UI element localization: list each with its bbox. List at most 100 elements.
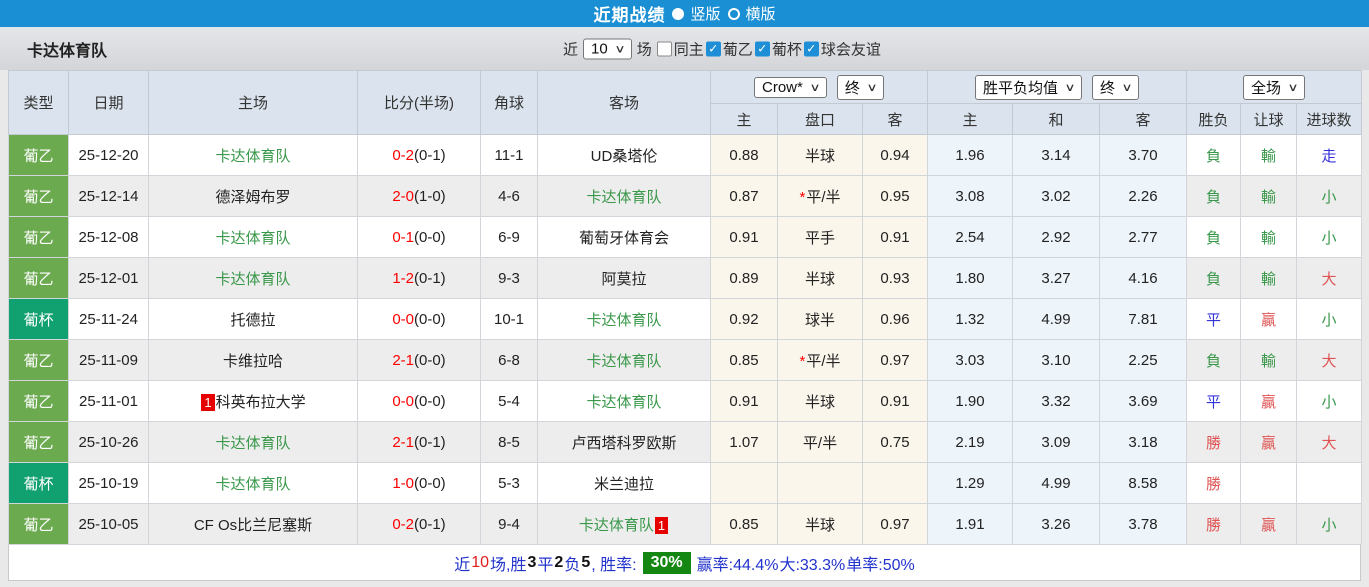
asian-time-select[interactable]: 终 ∨ (837, 75, 884, 100)
summary-row: 近10场,胜3平2负5, 胜率:30%赢率:44.4% 大:33.3% 单率:5… (8, 545, 1361, 581)
summary-text-segment: 单率:50% (846, 551, 914, 575)
away-team-cell: 阿莫拉 (538, 258, 711, 299)
col-header-date: 日期 (69, 71, 149, 135)
layout-radio-horizontal[interactable]: 横版 (728, 3, 776, 24)
bookmaker-select[interactable]: Crow* ∨ (754, 77, 827, 98)
scope-select[interactable]: 全场 ∨ (1243, 75, 1305, 100)
result-goals-value: 小 (1322, 230, 1337, 247)
away-team-name[interactable]: 卡达体育队 (579, 517, 654, 534)
filter-checkbox-0[interactable]: ✓同主 (657, 38, 704, 59)
corner-count: 10-1 (481, 299, 538, 340)
away-team-name[interactable]: 卡达体育队 (586, 394, 661, 411)
full-time-score: 2-1 (392, 434, 414, 451)
away-team-name[interactable]: 卡达体育队 (586, 312, 661, 329)
table-row: 葡乙25-12-08卡达体育队0-1(0-0)6-9葡萄牙体育会0.91平手0.… (9, 217, 1362, 258)
subheader-euro-draw: 和 (1013, 104, 1100, 135)
radio-vertical-label[interactable]: 竖版 (690, 3, 720, 24)
home-team-name[interactable]: 卡达体育队 (215, 476, 290, 493)
checkbox-unchecked-icon[interactable]: ✓ (657, 41, 672, 56)
away-team-name[interactable]: UD桑塔伦 (591, 148, 658, 165)
asian-away-odds: 0.94 (863, 135, 928, 176)
checkbox-checked-icon[interactable]: ✓ (755, 41, 770, 56)
euro-odds-select[interactable]: 胜平负均值 ∨ (975, 75, 1082, 100)
radio-selected-icon[interactable] (672, 8, 684, 20)
table-row: 葡杯25-10-19卡达体育队1-0(0-0)5-3米兰迪拉1.294.998.… (9, 463, 1362, 504)
corner-count: 6-9 (481, 217, 538, 258)
full-time-score: 2-0 (392, 188, 414, 205)
home-team-name[interactable]: 卡维拉哈 (223, 353, 283, 370)
asian-home-odds: 0.91 (711, 381, 778, 422)
home-team-name[interactable]: 托德拉 (230, 312, 275, 329)
layout-radio-vertical[interactable]: 竖版 (672, 3, 720, 24)
home-team-cell: 卡达体育队 (149, 463, 358, 504)
home-team-cell: 卡达体育队 (149, 217, 358, 258)
home-team-name[interactable]: CF Os比兰尼塞斯 (194, 517, 312, 534)
away-team-name[interactable]: 阿莫拉 (601, 271, 646, 288)
table-row: 葡乙25-10-26卡达体育队2-1(0-1)8-5卢西塔科罗欧斯1.07平/半… (9, 422, 1362, 463)
asian-time-value: 终 (845, 77, 860, 98)
home-team-name[interactable]: 科英布拉大学 (216, 394, 306, 411)
away-team-name[interactable]: 卡达体育队 (586, 189, 661, 206)
col-header-home: 主场 (149, 71, 358, 135)
chevron-down-icon: ∨ (1064, 81, 1075, 94)
euro-away-odds: 4.16 (1100, 258, 1187, 299)
radio-unselected-icon[interactable] (728, 8, 740, 20)
euro-home-odds: 2.54 (928, 217, 1013, 258)
filter-checkbox-3[interactable]: ✓球会友谊 (804, 38, 881, 59)
table-row: 葡乙25-12-20卡达体育队0-2(0-1)11-1UD桑塔伦0.88半球0.… (9, 135, 1362, 176)
euro-home-odds: 1.29 (928, 463, 1013, 504)
filter-checkbox-1[interactable]: ✓葡乙 (706, 38, 753, 59)
result-goals (1297, 463, 1362, 504)
result-wdl-value: 平 (1206, 312, 1221, 329)
result-goals-value: 小 (1322, 189, 1337, 206)
result-goals-value: 大 (1322, 435, 1337, 452)
euro-home-odds: 3.08 (928, 176, 1013, 217)
away-team-name[interactable]: 卢西塔科罗欧斯 (571, 435, 676, 452)
corner-count: 11-1 (481, 135, 538, 176)
subheader-wdl: 胜负 (1187, 104, 1241, 135)
asian-away-odds (863, 463, 928, 504)
away-team-cell: 卢西塔科罗欧斯 (538, 422, 711, 463)
summary-text-segment: 大:33.3% (779, 551, 845, 575)
half-time-score: (0-1) (414, 434, 446, 451)
asian-handicap: 半球 (778, 381, 863, 422)
result-goals: 大 (1297, 422, 1362, 463)
away-team-name[interactable]: 卡达体育队 (586, 353, 661, 370)
result-wdl: 勝 (1187, 422, 1241, 463)
away-team-name[interactable]: 葡萄牙体育会 (579, 230, 669, 247)
filter-checkbox-2[interactable]: ✓葡杯 (755, 38, 802, 59)
asian-home-odds: 0.87 (711, 176, 778, 217)
home-team-name[interactable]: 卡达体育队 (215, 435, 290, 452)
asian-away-odds: 0.95 (863, 176, 928, 217)
checkbox-checked-icon[interactable]: ✓ (804, 41, 819, 56)
result-wdl: 負 (1187, 340, 1241, 381)
home-team-name[interactable]: 卡达体育队 (215, 271, 290, 288)
checkbox-checked-icon[interactable]: ✓ (706, 41, 721, 56)
subheader-handicap-result: 让球 (1241, 104, 1297, 135)
result-wdl: 負 (1187, 258, 1241, 299)
radio-horizontal-label[interactable]: 横版 (746, 3, 776, 24)
result-group-header: 全场 ∨ (1187, 71, 1362, 104)
home-team-name[interactable]: 卡达体育队 (215, 230, 290, 247)
recent-count-value: 10 (591, 40, 608, 57)
score-cell: 2-1(0-1) (358, 422, 481, 463)
euro-time-select[interactable]: 终 ∨ (1092, 75, 1139, 100)
result-goals: 小 (1297, 176, 1362, 217)
euro-away-odds: 3.78 (1100, 504, 1187, 545)
recent-count-select[interactable]: 10 ∨ (583, 38, 632, 59)
away-team-cell: 葡萄牙体育会 (538, 217, 711, 258)
euro-draw-odds: 3.10 (1013, 340, 1100, 381)
result-wdl-value: 負 (1206, 148, 1221, 165)
asian-away-odds: 0.97 (863, 504, 928, 545)
result-handicap: 贏 (1241, 504, 1297, 545)
away-team-name[interactable]: 米兰迪拉 (594, 476, 654, 493)
chevron-down-icon: ∨ (809, 81, 820, 94)
result-goals: 小 (1297, 504, 1362, 545)
home-team-name[interactable]: 卡达体育队 (215, 148, 290, 165)
home-team-name[interactable]: 德泽姆布罗 (215, 189, 290, 206)
match-type-badge: 葡乙 (9, 176, 69, 217)
euro-home-odds: 1.96 (928, 135, 1013, 176)
result-handicap-value: 輸 (1261, 230, 1276, 247)
away-team-cell: 卡达体育队 (538, 176, 711, 217)
away-team-cell: 卡达体育队 (538, 299, 711, 340)
